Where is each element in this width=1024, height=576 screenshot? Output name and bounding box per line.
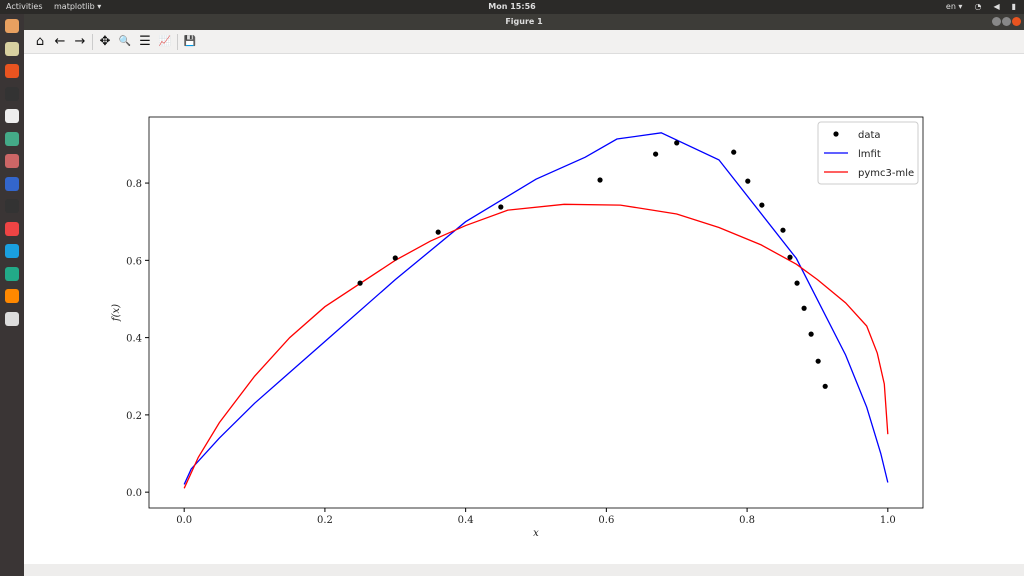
data-point [780, 227, 786, 233]
data-point [822, 383, 828, 389]
dock [0, 14, 24, 576]
x-tick-label: 0.4 [458, 515, 474, 526]
home-icon[interactable]: ⌂ [32, 34, 48, 49]
legend-label: lmfit [858, 149, 881, 160]
data-point [787, 254, 793, 260]
dock-archive-icon[interactable] [5, 41, 19, 56]
dock-clion-icon[interactable] [5, 266, 19, 281]
legend-marker-data [833, 131, 839, 137]
maximize-button[interactable] [1002, 17, 1011, 26]
minimize-button[interactable] [992, 17, 1001, 26]
data-point [674, 140, 680, 146]
data-point [392, 255, 398, 261]
y-tick-label: 0.4 [126, 334, 142, 345]
data-point [357, 280, 363, 286]
x-tick-label: 0.6 [598, 515, 614, 526]
toolbar: ⌂ ← → ✥ 🔍 ☰ 📈 💾 [24, 30, 1024, 54]
back-icon[interactable]: ← [52, 34, 68, 49]
dock-jetbrains-icon[interactable] [5, 176, 19, 191]
axes-frame [148, 116, 924, 509]
forward-icon[interactable]: → [72, 34, 88, 49]
data-point [731, 149, 737, 155]
language-menu[interactable]: en ▾ [946, 0, 963, 14]
dock-chrome-icon[interactable] [5, 131, 19, 146]
y-tick-label: 0.2 [126, 411, 142, 422]
separator [92, 33, 93, 50]
data-point [435, 229, 441, 235]
wifi-icon[interactable]: ◔ [974, 0, 981, 14]
zoom-icon[interactable]: 🔍 [117, 36, 133, 47]
window-titlebar: Figure 1 [24, 14, 1024, 30]
dock-spyder-icon[interactable] [5, 311, 19, 326]
pan-icon[interactable]: ✥ [97, 34, 113, 49]
dock-software-icon[interactable] [5, 64, 19, 78]
legend-label: pymc3-mle [858, 168, 914, 179]
data-point [759, 202, 765, 208]
x-tick-label: 1.0 [880, 515, 896, 526]
volume-icon[interactable]: ◀ [993, 0, 999, 14]
pymc3-mle-line [183, 203, 889, 489]
dock-calc-icon[interactable] [5, 221, 19, 236]
data-point [815, 358, 821, 364]
dock-inkscape-icon[interactable] [5, 199, 19, 213]
data-point [808, 331, 814, 337]
x-tick-label: 0.0 [176, 515, 192, 526]
data-point [801, 305, 807, 311]
window-title: Figure 1 [505, 17, 543, 26]
dock-settings-icon[interactable] [5, 154, 19, 168]
x-axis-label: x [533, 528, 539, 539]
clock[interactable]: Mon 15:56 [0, 0, 1024, 14]
y-tick-label: 0.0 [126, 488, 142, 499]
data-point [653, 151, 659, 157]
status-bar [24, 564, 1024, 576]
dock-terminal-icon[interactable] [5, 86, 19, 101]
dock-files-icon[interactable] [5, 19, 19, 33]
data-point [745, 178, 751, 184]
figure-canvas[interactable]: 0.0 0.2 0.4 0.6 0.8 1.0 0.0 0.2 0.4 0.6 0.8 x f(x) da… [24, 54, 1024, 564]
y-axis-label: f(x) [111, 304, 122, 322]
separator [177, 33, 178, 50]
top-bar: Activities matplotlib ▾ Mon 15:56 en ▾ ◔ ◀… [0, 0, 1024, 14]
data-point [794, 280, 800, 286]
x-tick-label: 0.8 [739, 515, 755, 526]
edit-axis-icon[interactable]: 📈 [157, 36, 173, 47]
dock-vlc-icon[interactable] [5, 289, 19, 303]
save-icon[interactable]: 💾 [182, 36, 198, 47]
dock-skype-icon[interactable] [5, 244, 19, 258]
y-tick-label: 0.8 [126, 179, 142, 190]
lmfit-line [183, 132, 889, 485]
data-point [597, 177, 603, 183]
configure-subplots-icon[interactable]: ☰ [137, 34, 153, 49]
data-point [498, 204, 504, 210]
dock-text-editor-icon[interactable] [5, 109, 19, 123]
legend-label: data [858, 130, 881, 141]
close-button[interactable] [1012, 17, 1021, 26]
y-tick-label: 0.6 [126, 256, 142, 267]
battery-icon[interactable]: ▮ [1012, 0, 1016, 14]
x-tick-label: 0.2 [317, 515, 333, 526]
